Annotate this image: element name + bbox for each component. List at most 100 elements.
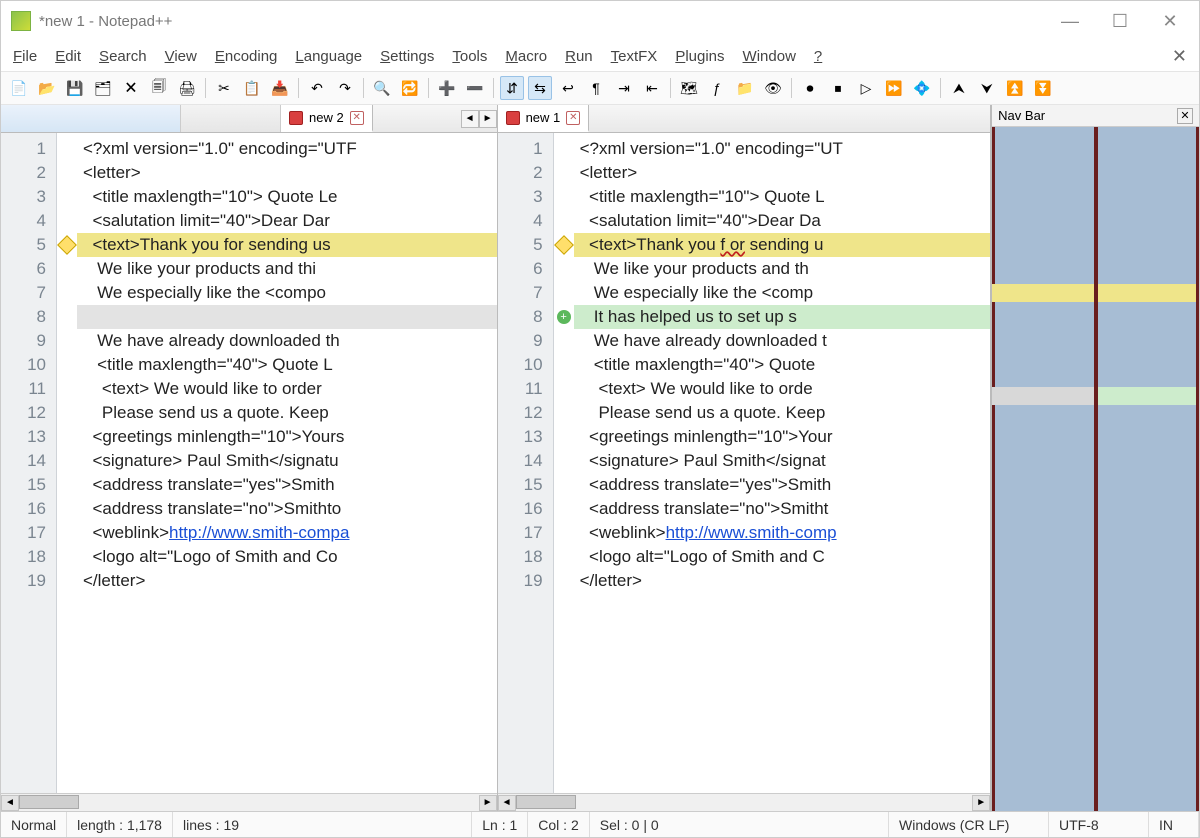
- code-area[interactable]: <?xml version="1.0" encoding="UTF<letter…: [77, 133, 497, 793]
- code-line[interactable]: <address translate="yes">Smith: [574, 473, 991, 497]
- minimize-button[interactable]: —: [1057, 8, 1083, 34]
- undo-icon[interactable]: ↶: [305, 76, 329, 100]
- compare-last-icon[interactable]: ⏬: [1031, 76, 1055, 100]
- maximize-button[interactable]: ☐: [1107, 8, 1133, 34]
- code-line[interactable]: We especially like the <compo: [77, 281, 497, 305]
- code-line[interactable]: <logo alt="Logo of Smith and C: [574, 545, 991, 569]
- save-macro-icon[interactable]: 💠: [910, 76, 934, 100]
- code-line[interactable]: [77, 305, 497, 329]
- code-area[interactable]: <?xml version="1.0" encoding="UT<letter>…: [574, 133, 991, 793]
- menu-language[interactable]: Language: [289, 46, 368, 67]
- menu-help[interactable]: ?: [808, 46, 828, 67]
- code-line[interactable]: <logo alt="Logo of Smith and Co: [77, 545, 497, 569]
- code-line[interactable]: <salutation limit="40">Dear Dar: [77, 209, 497, 233]
- find-icon[interactable]: 🔍: [370, 76, 394, 100]
- menu-textfx[interactable]: TextFX: [605, 46, 664, 67]
- close-icon[interactable]: 🗙: [119, 76, 143, 100]
- right-editor[interactable]: 12345678910111213141516171819 + <?xml ve…: [498, 133, 991, 793]
- inactive-tab[interactable]: [1, 105, 181, 132]
- code-line[interactable]: Please send us a quote. Keep: [77, 401, 497, 425]
- scroll-track[interactable]: [516, 795, 973, 811]
- h-scrollbar[interactable]: ◄ ►: [1, 793, 497, 811]
- play-fast-icon[interactable]: ⏩: [882, 76, 906, 100]
- code-line[interactable]: Please send us a quote. Keep: [574, 401, 991, 425]
- code-line[interactable]: It has helped us to set up s: [574, 305, 991, 329]
- zoom-in-icon[interactable]: ➕: [435, 76, 459, 100]
- menu-file[interactable]: File: [7, 46, 43, 67]
- menu-run[interactable]: Run: [559, 46, 599, 67]
- code-line[interactable]: <greetings minlength="10">Yours: [77, 425, 497, 449]
- tab-close-icon[interactable]: ✕: [566, 111, 580, 125]
- stop-icon[interactable]: ⏹: [826, 76, 850, 100]
- doc-map-icon[interactable]: 🗺: [677, 76, 701, 100]
- tab-scroll-right-icon[interactable]: ►: [479, 110, 497, 128]
- cut-icon[interactable]: ✂: [212, 76, 236, 100]
- code-line[interactable]: <address translate="no">Smithto: [77, 497, 497, 521]
- code-line[interactable]: We especially like the <comp: [574, 281, 991, 305]
- code-line[interactable]: <salutation limit="40">Dear Da: [574, 209, 991, 233]
- menu-tools[interactable]: Tools: [446, 46, 493, 67]
- code-line[interactable]: <weblink>http://www.smith-compa: [77, 521, 497, 545]
- weblink[interactable]: http://www.smith-comp: [666, 523, 837, 542]
- close-all-icon[interactable]: 🗐: [147, 76, 171, 100]
- outdent-icon[interactable]: ⇤: [640, 76, 664, 100]
- code-line[interactable]: <title maxlength="10"> Quote L: [574, 185, 991, 209]
- scroll-left-icon[interactable]: ◄: [1, 795, 19, 811]
- sync-v-icon[interactable]: ⇵: [500, 76, 524, 100]
- tab-new-1[interactable]: new 1 ✕: [498, 105, 590, 132]
- menu-edit[interactable]: Edit: [49, 46, 87, 67]
- scroll-left-icon[interactable]: ◄: [498, 795, 516, 811]
- nav-diff-mark[interactable]: [1098, 284, 1199, 302]
- nav-bar-close-icon[interactable]: ✕: [1177, 108, 1193, 124]
- code-line[interactable]: <?xml version="1.0" encoding="UTF: [77, 137, 497, 161]
- record-icon[interactable]: ⏺: [798, 76, 822, 100]
- menu-search[interactable]: Search: [93, 46, 153, 67]
- menubar-close-x[interactable]: ✕: [1166, 46, 1193, 67]
- inactive-tab[interactable]: [181, 105, 281, 132]
- compare-next-icon[interactable]: ⮟: [975, 76, 999, 100]
- code-line[interactable]: We like your products and thi: [77, 257, 497, 281]
- nav-diff-mark[interactable]: [1098, 387, 1199, 405]
- tab-close-icon[interactable]: ✕: [350, 111, 364, 125]
- tab-new-2[interactable]: new 2 ✕: [281, 105, 373, 132]
- replace-icon[interactable]: 🔁: [398, 76, 422, 100]
- menu-settings[interactable]: Settings: [374, 46, 440, 67]
- save-icon[interactable]: 💾: [63, 76, 87, 100]
- nav-col-left[interactable]: [992, 127, 1093, 811]
- scroll-thumb[interactable]: [516, 795, 576, 809]
- nav-diff-mark[interactable]: [992, 387, 1093, 405]
- scroll-right-icon[interactable]: ►: [479, 795, 497, 811]
- menu-view[interactable]: View: [159, 46, 203, 67]
- zoom-out-icon[interactable]: ➖: [463, 76, 487, 100]
- compare-first-icon[interactable]: ⏫: [1003, 76, 1027, 100]
- code-line[interactable]: <letter>: [574, 161, 991, 185]
- sync-h-icon[interactable]: ⇆: [528, 76, 552, 100]
- code-line[interactable]: <letter>: [77, 161, 497, 185]
- save-all-icon[interactable]: 🗂: [91, 76, 115, 100]
- monitor-icon[interactable]: 👁: [761, 76, 785, 100]
- h-scrollbar[interactable]: ◄ ►: [498, 793, 991, 811]
- nav-bar-body[interactable]: [992, 127, 1199, 811]
- tab-scroll-left-icon[interactable]: ◄: [461, 110, 479, 128]
- code-line[interactable]: <?xml version="1.0" encoding="UT: [574, 137, 991, 161]
- code-line[interactable]: <greetings minlength="10">Your: [574, 425, 991, 449]
- paste-icon[interactable]: 📥: [268, 76, 292, 100]
- word-wrap-icon[interactable]: ↩: [556, 76, 580, 100]
- nav-col-right[interactable]: [1098, 127, 1199, 811]
- code-line[interactable]: We like your products and th: [574, 257, 991, 281]
- weblink[interactable]: http://www.smith-compa: [169, 523, 349, 542]
- scroll-track[interactable]: [19, 795, 479, 811]
- scroll-thumb[interactable]: [19, 795, 79, 809]
- code-line[interactable]: <title maxlength="10"> Quote Le: [77, 185, 497, 209]
- code-line[interactable]: <address translate="yes">Smith: [77, 473, 497, 497]
- code-line[interactable]: <title maxlength="40"> Quote: [574, 353, 991, 377]
- compare-prev-icon[interactable]: ⮝: [947, 76, 971, 100]
- code-line[interactable]: We have already downloaded th: [77, 329, 497, 353]
- code-line[interactable]: <weblink>http://www.smith-comp: [574, 521, 991, 545]
- code-line[interactable]: <signature> Paul Smith</signatu: [77, 449, 497, 473]
- code-line[interactable]: <text> We would like to order: [77, 377, 497, 401]
- code-line[interactable]: <text>Thank you f or sending u: [574, 233, 991, 257]
- code-line[interactable]: <title maxlength="40"> Quote L: [77, 353, 497, 377]
- open-file-icon[interactable]: 📂: [35, 76, 59, 100]
- menu-plugins[interactable]: Plugins: [669, 46, 730, 67]
